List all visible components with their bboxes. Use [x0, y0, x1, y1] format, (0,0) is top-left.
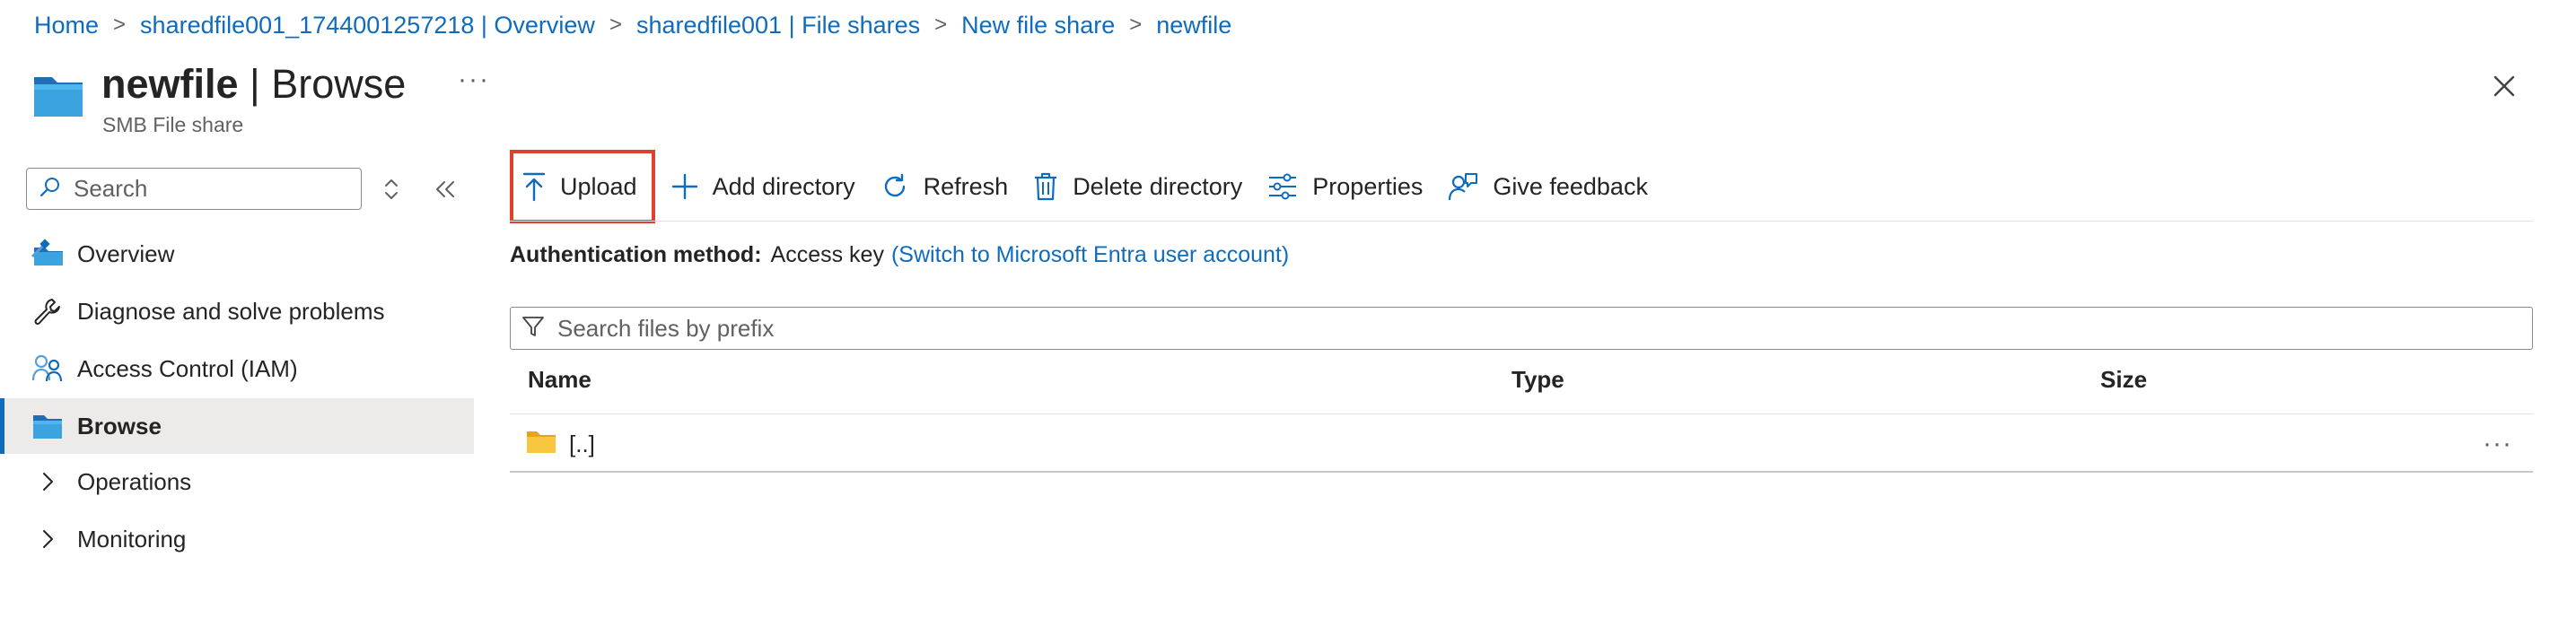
row-divider	[510, 471, 2533, 473]
auth-method-label: Authentication method:	[510, 242, 762, 267]
page-title-section: Browse	[271, 61, 407, 107]
file-search-input[interactable]	[556, 313, 2440, 344]
people-icon	[31, 352, 65, 386]
search-icon	[39, 176, 61, 202]
give-feedback-button[interactable]: Give feedback	[1439, 152, 1657, 221]
sidebar-item-overview[interactable]: Overview	[0, 226, 474, 282]
breadcrumb-file-shares[interactable]: sharedfile001 | File shares	[636, 12, 920, 39]
sidebar-search-input[interactable]	[72, 174, 341, 204]
breadcrumb: Home > sharedfile001_1744001257218 | Ove…	[34, 7, 1231, 43]
page-subtitle: SMB File share	[102, 113, 244, 136]
column-header-type[interactable]: Type	[1511, 366, 1564, 394]
row-more-icon[interactable]: ···	[2483, 429, 2512, 459]
sidebar-search-box[interactable]	[26, 168, 362, 210]
sidebar-item-label: Monitoring	[77, 525, 187, 553]
give-feedback-label: Give feedback	[1493, 172, 1648, 200]
refresh-label: Refresh	[923, 172, 1009, 200]
sidebar-item-label: Diagnose and solve problems	[77, 297, 385, 325]
file-search-box[interactable]	[510, 307, 2533, 350]
sidebar-item-diagnose[interactable]: Diagnose and solve problems	[0, 283, 474, 339]
sidebar-item-browse[interactable]: Browse	[0, 398, 474, 454]
header-divider	[510, 413, 2533, 414]
authentication-method: Authentication method: Access key (Switch …	[510, 242, 1289, 268]
file-name: [..]	[569, 430, 595, 457]
breadcrumb-separator-icon: >	[1129, 13, 1143, 37]
feedback-icon	[1449, 173, 1478, 201]
chevron-right-icon	[31, 470, 65, 493]
breadcrumb-storage-overview[interactable]: sharedfile001_1744001257218 | Overview	[140, 12, 595, 39]
breadcrumb-new-file-share[interactable]: New file share	[961, 12, 1115, 39]
plus-icon	[671, 173, 697, 200]
refresh-button[interactable]: Refresh	[872, 152, 1018, 221]
upload-icon	[522, 172, 546, 202]
breadcrumb-separator-icon: >	[609, 13, 622, 37]
properties-label: Properties	[1312, 172, 1424, 200]
breadcrumb-separator-icon: >	[113, 13, 127, 37]
breadcrumb-newfile[interactable]: newfile	[1156, 12, 1231, 39]
command-bar: Upload Add directory Refresh Delete dire…	[510, 150, 1664, 223]
breadcrumb-home[interactable]: Home	[34, 12, 99, 39]
delete-directory-label: Delete directory	[1073, 172, 1243, 200]
folder-icon	[526, 430, 556, 459]
page-title-resource: newfile	[101, 61, 239, 107]
sliders-icon	[1269, 173, 1297, 200]
sidebar-item-label: Operations	[77, 467, 192, 495]
page-title-separator: |	[238, 61, 272, 107]
chevron-right-icon	[31, 527, 65, 551]
sort-icon[interactable]	[381, 176, 401, 203]
auth-method-value: Access key	[770, 242, 884, 267]
sidebar-item-monitoring[interactable]: Monitoring	[0, 511, 474, 567]
properties-button[interactable]: Properties	[1258, 152, 1432, 221]
collapse-sidebar-icon[interactable]	[433, 178, 458, 201]
header-more-icon[interactable]: ···	[458, 65, 490, 95]
sidebar-item-label: Overview	[77, 239, 175, 267]
column-header-name[interactable]: Name	[528, 366, 591, 394]
page-title: newfile | Browse	[101, 59, 406, 109]
sidebar-item-operations[interactable]: Operations	[0, 454, 474, 509]
trash-icon	[1035, 172, 1057, 201]
column-header-size[interactable]: Size	[2100, 366, 2147, 394]
filter-icon	[521, 315, 545, 343]
upload-button[interactable]: Upload	[510, 150, 655, 223]
toolbar-divider	[510, 221, 2533, 222]
sidebar-item-label: Access Control (IAM)	[77, 354, 298, 382]
add-directory-label: Add directory	[712, 172, 855, 200]
overview-icon	[31, 237, 65, 271]
upload-label: Upload	[560, 172, 637, 200]
file-share-icon	[32, 72, 84, 120]
refresh-icon	[884, 173, 905, 197]
folder-icon	[31, 409, 65, 443]
table-row[interactable]: [..]	[510, 416, 2533, 472]
close-icon[interactable]	[2486, 68, 2522, 104]
wrench-icon	[31, 294, 65, 328]
breadcrumb-separator-icon: >	[934, 13, 948, 37]
add-directory-button[interactable]: Add directory	[662, 152, 864, 221]
sidebar-item-label: Browse	[77, 412, 162, 439]
switch-auth-link[interactable]: (Switch to Microsoft Entra user account)	[891, 242, 1289, 267]
delete-directory-button[interactable]: Delete directory	[1024, 152, 1251, 221]
sidebar-item-access-control[interactable]: Access Control (IAM)	[0, 341, 474, 396]
